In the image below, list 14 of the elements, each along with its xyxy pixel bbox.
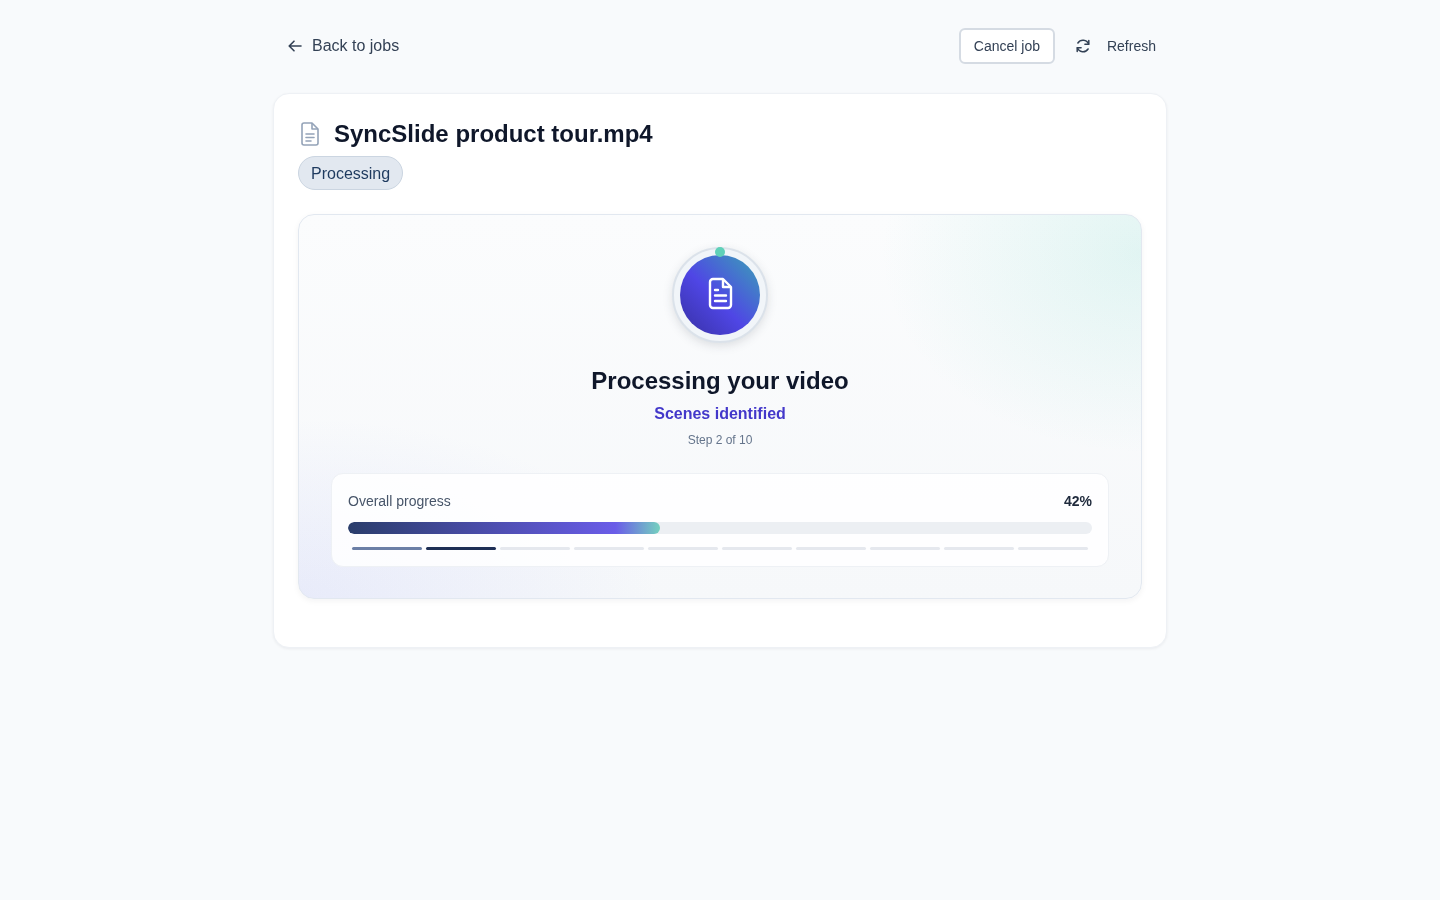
document-icon — [671, 246, 769, 344]
refresh-icon — [1074, 38, 1091, 54]
document-icon — [300, 122, 320, 146]
processing-heading: Processing your video — [591, 366, 849, 396]
back-link[interactable]: Back to jobs — [288, 33, 400, 59]
step-count: Step 2 of 10 — [687, 432, 753, 448]
job-title: SyncSlide product tour.mp4 — [334, 119, 653, 149]
cancel-job-button[interactable]: Cancel job — [958, 28, 1055, 64]
progress-percent: 42% — [1063, 492, 1092, 511]
arrow-left-icon — [288, 40, 302, 52]
progress-label: Overall progress — [348, 492, 451, 511]
current-step-label: Scenes identified — [654, 404, 786, 424]
refresh-button[interactable]: Refresh — [1068, 28, 1156, 64]
status-badge: Processing — [298, 156, 404, 190]
